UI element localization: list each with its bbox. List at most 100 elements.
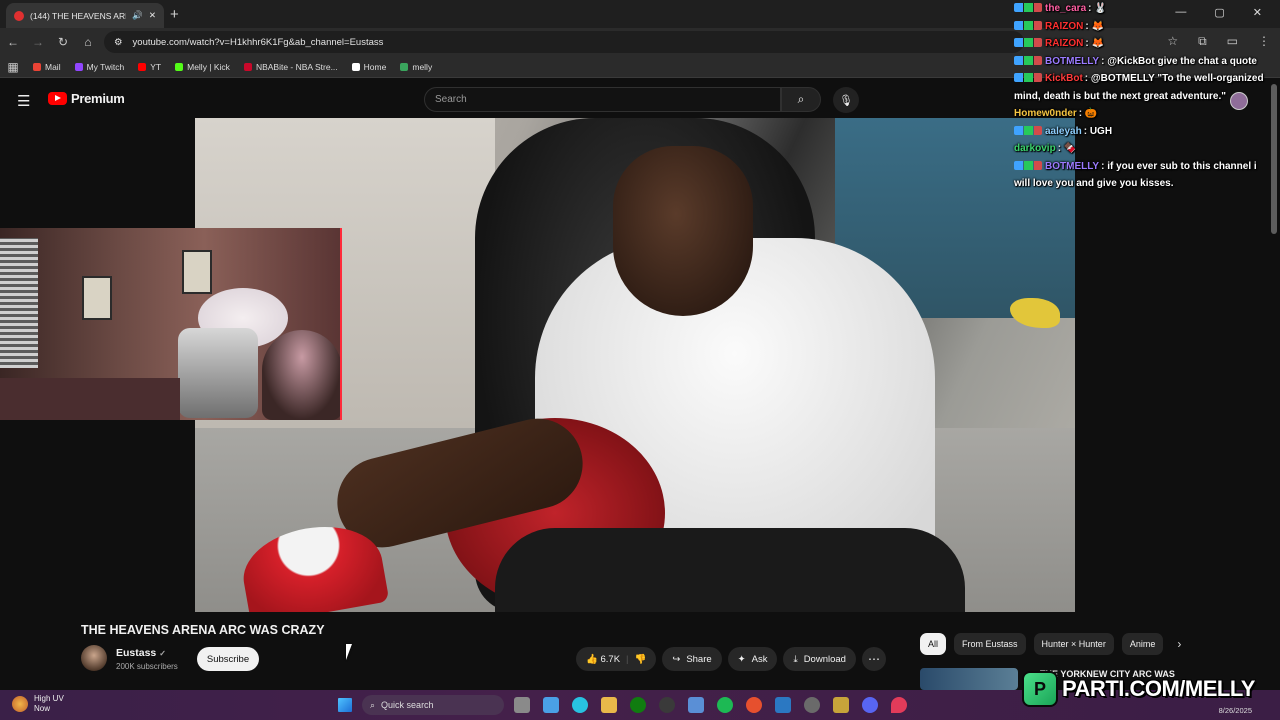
mail-icon: [33, 62, 41, 71]
weather-widget[interactable]: High UV Now: [12, 694, 64, 714]
chat-username: RAIZON: [1045, 38, 1084, 49]
chat-badges-icon: [1014, 3, 1042, 12]
chip-all[interactable]: All: [920, 633, 947, 655]
chip-hunter-x-hunter[interactable]: Hunter × Hunter: [1033, 633, 1114, 655]
new-tab-button[interactable]: +: [170, 6, 179, 23]
bookmark-home[interactable]: Home: [351, 62, 386, 72]
chat-username: KickBot: [1045, 73, 1083, 84]
copilot-icon[interactable]: [543, 697, 559, 713]
chat-badges-icon: [1014, 73, 1042, 82]
taskbar-search[interactable]: ⌕ Quick search: [362, 695, 504, 715]
close-tab-icon[interactable]: ✕: [149, 10, 156, 21]
search-icon: ⌕: [370, 699, 376, 710]
thumbs-up-icon: 👍: [586, 653, 598, 665]
nba-icon: [243, 62, 252, 71]
youtube-premium-logo[interactable]: Premium: [48, 91, 125, 106]
chip-from-eustass[interactable]: From Eustass: [954, 633, 1026, 655]
forward-arrow-icon[interactable]: →: [26, 35, 50, 49]
chat-emote: 🍫: [1063, 143, 1077, 154]
back-arrow-icon[interactable]: ←: [1, 35, 25, 49]
media-player-icon[interactable]: [804, 697, 820, 713]
chat-text: @KickBot give the chat a quote: [1107, 55, 1257, 67]
chat-username: BOTMELLY: [1045, 55, 1100, 67]
search-input[interactable]: Search: [424, 87, 781, 112]
facecam-wall-frame: [182, 250, 212, 294]
stream-brand-overlay: P PARTI.COM/MELLY: [1022, 668, 1278, 710]
melly-icon: [400, 62, 409, 71]
sparkle-icon: ✦: [737, 653, 746, 665]
dislike-button[interactable]: 👎: [635, 654, 647, 665]
channel-avatar[interactable]: [81, 645, 107, 671]
bookmark-mail[interactable]: Mail: [33, 62, 61, 72]
more-actions-button[interactable]: ⋯: [861, 647, 886, 671]
streamer-facecam: [0, 228, 342, 420]
uv-sun-icon: [12, 696, 28, 712]
bookmark-nbabite[interactable]: NBABite - NBA Stre...: [243, 62, 338, 72]
chat-username: darkovip: [1014, 143, 1056, 154]
page-scrollbar[interactable]: [1271, 84, 1277, 234]
microphone-icon: 🎙: [839, 94, 853, 107]
like-button[interactable]: 👍 6.7K: [586, 654, 620, 665]
download-button[interactable]: ⤓ Download: [783, 647, 856, 671]
xbox-icon[interactable]: [630, 697, 646, 713]
search-placeholder: Search: [435, 94, 467, 105]
chat-emote: 🦊: [1091, 20, 1104, 32]
file-explorer-icon[interactable]: [601, 697, 617, 713]
voice-search-button[interactable]: 🎙: [833, 87, 859, 113]
bookmark-my-twitch[interactable]: My Twitch: [74, 62, 124, 72]
mouse-cursor-icon: [346, 644, 352, 660]
account-avatar[interactable]: [1230, 92, 1248, 110]
video-actions: 👍 6.7K | 👎 ↪ Share ✦ Ask ⤓ Download ⋯: [576, 647, 886, 671]
chat-badges-icon: [1014, 55, 1042, 65]
parti-logo-icon: P: [1022, 671, 1058, 707]
chip-anime[interactable]: Anime: [1121, 633, 1164, 655]
bookmark-yt[interactable]: YT: [138, 62, 161, 72]
spotify-icon[interactable]: [717, 697, 733, 713]
url-field[interactable]: ⚙ youtube.com/watch?v=H1khhr6K1Fg&ab_cha…: [104, 31, 1024, 53]
chevron-right-icon[interactable]: ›: [1177, 637, 1181, 651]
thumbs-down-icon: 👎: [634, 653, 647, 665]
weather-title: High UV: [34, 694, 64, 703]
subscribe-button[interactable]: Subscribe: [197, 647, 259, 671]
bookmark-melly-kick[interactable]: Melly | Kick: [175, 62, 230, 72]
download-icon: ⤓: [793, 653, 798, 665]
capture-icon[interactable]: [833, 697, 849, 713]
task-view-icon[interactable]: [514, 697, 530, 713]
discord-icon[interactable]: [862, 697, 878, 713]
site-info-icon[interactable]: ⚙: [114, 37, 123, 48]
search-button[interactable]: ⌕: [781, 87, 821, 112]
video-scene-yellow-object: [1010, 298, 1060, 328]
chat-message: RAIZON: 🦊: [1014, 18, 1272, 36]
bookmark-melly[interactable]: melly: [400, 62, 432, 72]
facecam-window-blinds: [0, 238, 38, 368]
chrome-icon[interactable]: [746, 697, 762, 713]
home-icon[interactable]: ⌂: [76, 35, 100, 49]
menu-hamburger-icon[interactable]: ☰: [17, 92, 30, 110]
ask-button[interactable]: ✦ Ask: [727, 647, 778, 671]
chat-username: BOTMELLY: [1045, 160, 1100, 172]
windows-start-icon[interactable]: [338, 698, 352, 712]
steam-icon[interactable]: [659, 697, 675, 713]
chat-emote: 🐰: [1094, 3, 1107, 14]
browser-tab[interactable]: (144) THE HEAVENS ARENA 🔊 ✕: [6, 3, 164, 28]
channel-name[interactable]: Eustass ✓: [116, 647, 166, 659]
chat-message: the_cara: 🐰: [1014, 0, 1272, 18]
chat-badges-icon: [1014, 20, 1042, 30]
share-button[interactable]: ↪ Share: [662, 647, 722, 671]
like-dislike-group: 👍 6.7K | 👎: [576, 647, 657, 671]
recommended-thumbnail[interactable]: [920, 668, 1018, 690]
maps-pin-icon[interactable]: [891, 697, 907, 713]
url-text: youtube.com/watch?v=H1khhr6K1Fg&ab_chann…: [132, 36, 384, 48]
youtube-favicon-icon: [14, 10, 24, 21]
reload-icon[interactable]: ↻: [51, 35, 75, 49]
speaker-icon[interactable]: 🔊: [132, 10, 143, 21]
store-icon[interactable]: [688, 697, 704, 713]
photos-icon[interactable]: [775, 697, 791, 713]
apps-grid-icon[interactable]: ▦: [1, 60, 25, 74]
edge-icon[interactable]: [572, 697, 588, 713]
facecam-bed: [0, 378, 180, 420]
chat-emote: 🎃: [1084, 108, 1098, 119]
chat-badges-icon: [1014, 38, 1042, 47]
chat-emote: 🦊: [1091, 38, 1104, 49]
chat-badges-icon: [1014, 125, 1042, 135]
